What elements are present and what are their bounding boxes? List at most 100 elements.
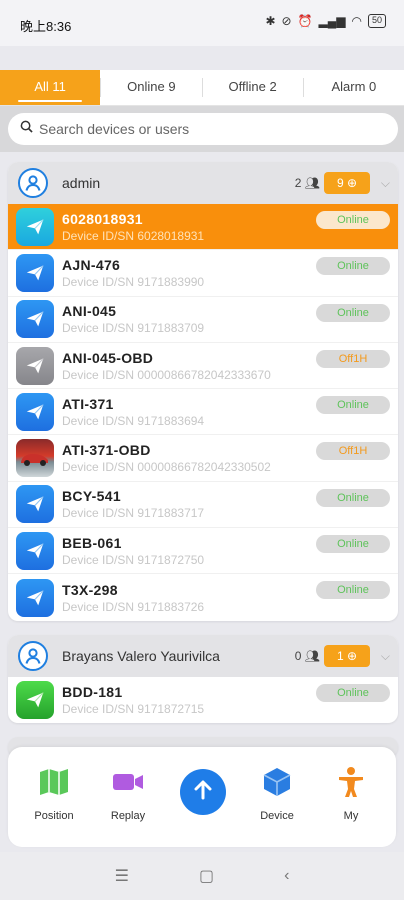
paper-plane-icon [16,207,54,246]
device-row[interactable]: ANI-045-OBD Device ID/SN 0000086678204233… [8,343,398,390]
group-user-count: 2 👥︎ [294,176,320,190]
wifi-icon: ◠ [351,14,362,28]
tab-offline[interactable]: Offline 2 [203,70,303,105]
device-name: T3X-298 [62,581,118,598]
battery-icon: 50 [367,14,386,28]
status-badge: Online [316,535,390,554]
status-badge: Online [316,488,390,507]
device-row[interactable]: 6028018931 Device ID/SN 6028018931 Online [8,204,398,251]
device-row[interactable]: ANI-045 Device ID/SN 9171883709 Online [8,297,398,343]
system-nav-bar: ☰ ▢ ‹ [0,852,404,900]
device-row[interactable]: BCY-541 Device ID/SN 9171883717 Online [8,482,398,529]
center-action-button[interactable] [180,769,226,815]
device-id: Device ID/SN 9171872715 [62,702,205,717]
status-time: 晚上8:36 [20,19,72,34]
group-user-count: 0 👥︎ [294,649,320,663]
search-icon [20,120,33,138]
status-badge: Off1H [316,349,390,368]
device-id: Device ID/SN 9171883726 [62,599,205,614]
device-id: Device ID/SN 9171883694 [62,413,205,428]
back-icon[interactable]: ‹ [284,867,289,885]
device-name: ANI-045 [62,303,117,320]
paper-plane-icon [16,485,54,524]
device-row[interactable]: BEB-061 Device ID/SN 9171872750 Online [8,528,398,575]
device-name: BCY-541 [62,488,121,505]
person-icon [319,765,383,804]
device-name: AJN-476 [62,256,121,273]
nav-label: Position [34,810,74,822]
search-input[interactable] [39,121,379,137]
chevron-down-icon[interactable]: ⌵ [381,649,390,664]
device-name: BDD-181 [62,684,123,701]
search-box[interactable] [8,113,398,145]
nav-replay[interactable]: Replay [96,765,160,822]
chevron-down-icon[interactable]: ⌵ [381,176,390,191]
cube-icon [245,765,309,804]
status-badge: Online [316,257,390,276]
group-name: admin [62,175,101,191]
user-avatar-icon [18,168,48,198]
video-icon [96,765,160,804]
group-device-badge: 9 ⊕ [324,172,370,194]
nav-label: Replay [110,810,146,822]
tab-online[interactable]: Online 9 [101,70,201,105]
signal-icon: ▂▄▆ [318,14,346,28]
group-header[interactable]: admin 2 👥︎ 9 ⊕ ⌵ [8,162,398,204]
device-icon: ⊕ [346,176,358,190]
bottom-navigation: Position Replay Device My [8,747,396,847]
device-id: Device ID/SN 9171883709 [62,321,205,336]
filter-tabs: All 11 Online 9 Offline 2 Alarm 0 [0,70,404,106]
group-device-badge: 1 ⊕ [324,645,370,667]
bluetooth-icon: ✱ [265,14,276,28]
users-icon: 👥︎ [304,176,320,190]
menu-icon[interactable]: ☰ [115,866,129,886]
device-row[interactable]: T3X-298 Device ID/SN 9171883726 Online [8,574,398,620]
users-icon: 👥︎ [304,649,320,663]
device-id: Device ID/SN 6028018931 [62,228,205,243]
search-bar-container [0,106,404,152]
tab-alarm[interactable]: Alarm 0 [304,70,404,105]
status-badge: Online [316,684,390,702]
status-icons: ✱ ⊘ ⏰ ▂▄▆ ◠ 50 [265,14,386,28]
paper-plane-icon [16,392,54,431]
paper-plane-icon [16,681,54,720]
nav-my[interactable]: My [319,765,383,822]
device-name: 6028018931 [62,210,143,227]
paper-plane-icon [16,531,54,570]
nav-label: Device [260,810,294,822]
alarm-icon: ⏰ [297,14,313,28]
paper-plane-icon [16,346,54,385]
device-id: Device ID/SN 9171872750 [62,552,205,567]
car-photo-icon [16,439,54,478]
group-header[interactable]: Brayans Valero Yaurivilca 0 👥︎ 1 ⊕ ⌵ [8,635,398,677]
home-icon[interactable]: ▢ [199,866,214,886]
mute-icon: ⊘ [281,14,292,28]
map-icon [22,765,86,804]
device-id: Device ID/SN 9171883717 [62,506,205,521]
status-badge: Online [316,303,390,322]
group-name: Brayans Valero Yaurivilca [62,648,220,664]
user-group-card: Brayans Valero Yaurivilca 0 👥︎ 1 ⊕ ⌵ BDD… [8,635,398,724]
status-badge: Online [316,581,390,600]
status-badge: Off1H [316,442,390,461]
paper-plane-icon [16,300,54,339]
device-row[interactable]: ATI-371-OBD Device ID/SN 0000086678204233… [8,435,398,482]
device-row[interactable]: ATI-371 Device ID/SN 9171883694 Online [8,389,398,436]
status-bar: 晚上8:36 ✱ ⊘ ⏰ ▂▄▆ ◠ 50 [0,0,404,46]
tab-all[interactable]: All 11 [0,70,101,105]
nav-device[interactable]: Device [245,765,309,822]
device-name: ATI-371-OBD [62,442,151,459]
device-id: Device ID/SN 000008667820423336​70 [62,367,271,382]
device-name: ANI-045-OBD [62,349,154,366]
nav-position[interactable]: Position [22,765,86,822]
paper-plane-icon [16,253,54,292]
user-group-card: admin 2 👥︎ 9 ⊕ ⌵ 6028018931 Device ID/SN … [8,162,398,621]
device-row[interactable]: AJN-476 Device ID/SN 9171883990 Online [8,250,398,297]
arrow-up-icon [191,778,215,807]
user-avatar-icon [18,641,48,671]
device-row[interactable]: BDD-181 Device ID/SN 9171872715 Online [8,677,398,723]
nav-label: My [343,810,359,822]
device-id: Device ID/SN 00000866782042330502 [62,460,271,475]
status-badge: Online [316,211,390,229]
device-icon: ⊕ [346,649,358,663]
